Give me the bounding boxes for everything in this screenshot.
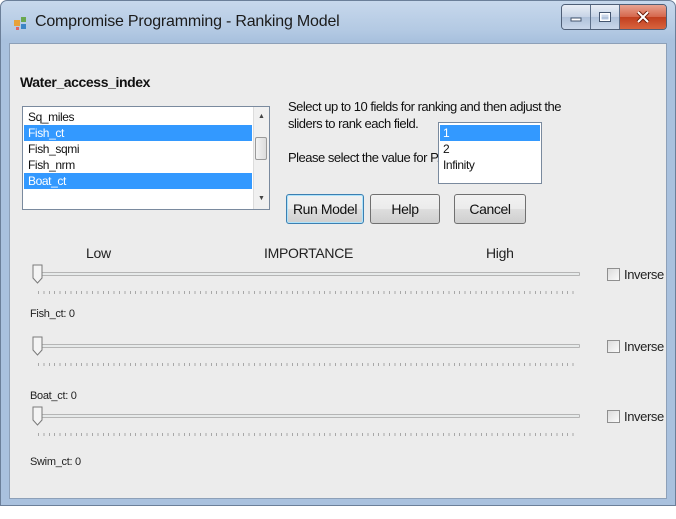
field-listbox[interactable]: Sq_miles Fish_ct Fish_sqmi Fish_nrm Boat… xyxy=(22,106,270,210)
list-item[interactable]: Sq_miles xyxy=(24,109,252,125)
slider-value-label: Swim_ct: 0 xyxy=(30,456,81,468)
scroll-down-icon[interactable]: ▼ xyxy=(254,191,269,207)
run-model-button[interactable]: Run Model xyxy=(286,194,364,224)
window-title: Compromise Programming - Ranking Model xyxy=(35,13,340,30)
window-controls xyxy=(561,4,667,30)
minimize-icon xyxy=(570,17,582,22)
close-button[interactable] xyxy=(620,5,666,29)
inverse-label: Inverse xyxy=(624,339,664,354)
scale-high-label: High xyxy=(486,245,514,261)
slider-track[interactable] xyxy=(34,414,580,418)
slider-value-label: Boat_ct: 0 xyxy=(30,390,77,402)
scroll-up-icon[interactable]: ▲ xyxy=(254,109,269,125)
list-item[interactable]: Boat_ct xyxy=(24,173,252,189)
scroll-thumb[interactable] xyxy=(255,137,267,160)
title-bar[interactable]: Compromise Programming - Ranking Model xyxy=(1,1,675,43)
maximize-button[interactable] xyxy=(591,5,620,29)
list-item[interactable]: Fish_ct xyxy=(24,125,252,141)
dialog-client-area: Water_access_index Sq_miles Fish_ct Fish… xyxy=(9,43,667,499)
slider-value-label: Fish_ct: 0 xyxy=(30,308,75,320)
scale-low-label: Low xyxy=(86,245,111,261)
inverse-checkbox[interactable] xyxy=(607,340,620,353)
p-value-listbox[interactable]: 1 2 Infinity xyxy=(438,122,542,184)
app-icon xyxy=(13,15,29,31)
list-item[interactable]: Infinity xyxy=(440,157,540,173)
app-window: Compromise Programming - Ranking Model W… xyxy=(0,0,676,506)
maximize-icon xyxy=(599,12,611,22)
minimize-button[interactable] xyxy=(562,5,591,29)
slider-track[interactable] xyxy=(34,344,580,348)
scale-importance-label: IMPORTANCE xyxy=(264,245,354,261)
list-item[interactable]: 1 xyxy=(440,125,540,141)
vertical-scrollbar[interactable]: ▲ ▼ xyxy=(253,107,269,209)
inverse-checkbox[interactable] xyxy=(607,268,620,281)
cancel-button[interactable]: Cancel xyxy=(454,194,526,224)
close-icon xyxy=(636,11,650,23)
inverse-checkbox[interactable] xyxy=(607,410,620,423)
list-item[interactable]: Fish_sqmi xyxy=(24,141,252,157)
slider-thumb[interactable] xyxy=(32,406,43,426)
list-item[interactable]: 2 xyxy=(440,141,540,157)
slider-thumb[interactable] xyxy=(32,264,43,284)
dataset-label: Water_access_index xyxy=(20,74,151,90)
slider-thumb[interactable] xyxy=(32,336,43,356)
list-item[interactable]: Fish_nrm xyxy=(24,157,252,173)
p-value-prompt: Please select the value for P. xyxy=(288,150,440,165)
inverse-label: Inverse xyxy=(624,267,664,282)
slider-ticks xyxy=(38,433,578,436)
inverse-label: Inverse xyxy=(624,409,664,424)
slider-ticks xyxy=(38,291,578,294)
slider-track[interactable] xyxy=(34,272,580,276)
slider-ticks xyxy=(38,363,578,366)
help-button[interactable]: Help xyxy=(370,194,440,224)
